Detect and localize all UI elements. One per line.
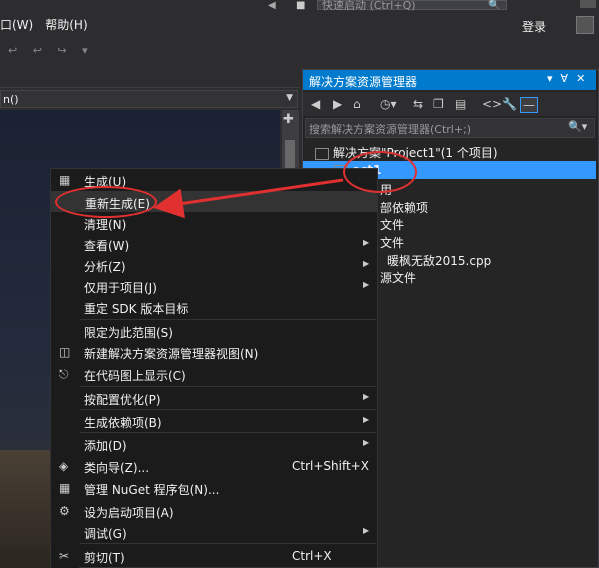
annotation-arrow xyxy=(153,178,344,219)
